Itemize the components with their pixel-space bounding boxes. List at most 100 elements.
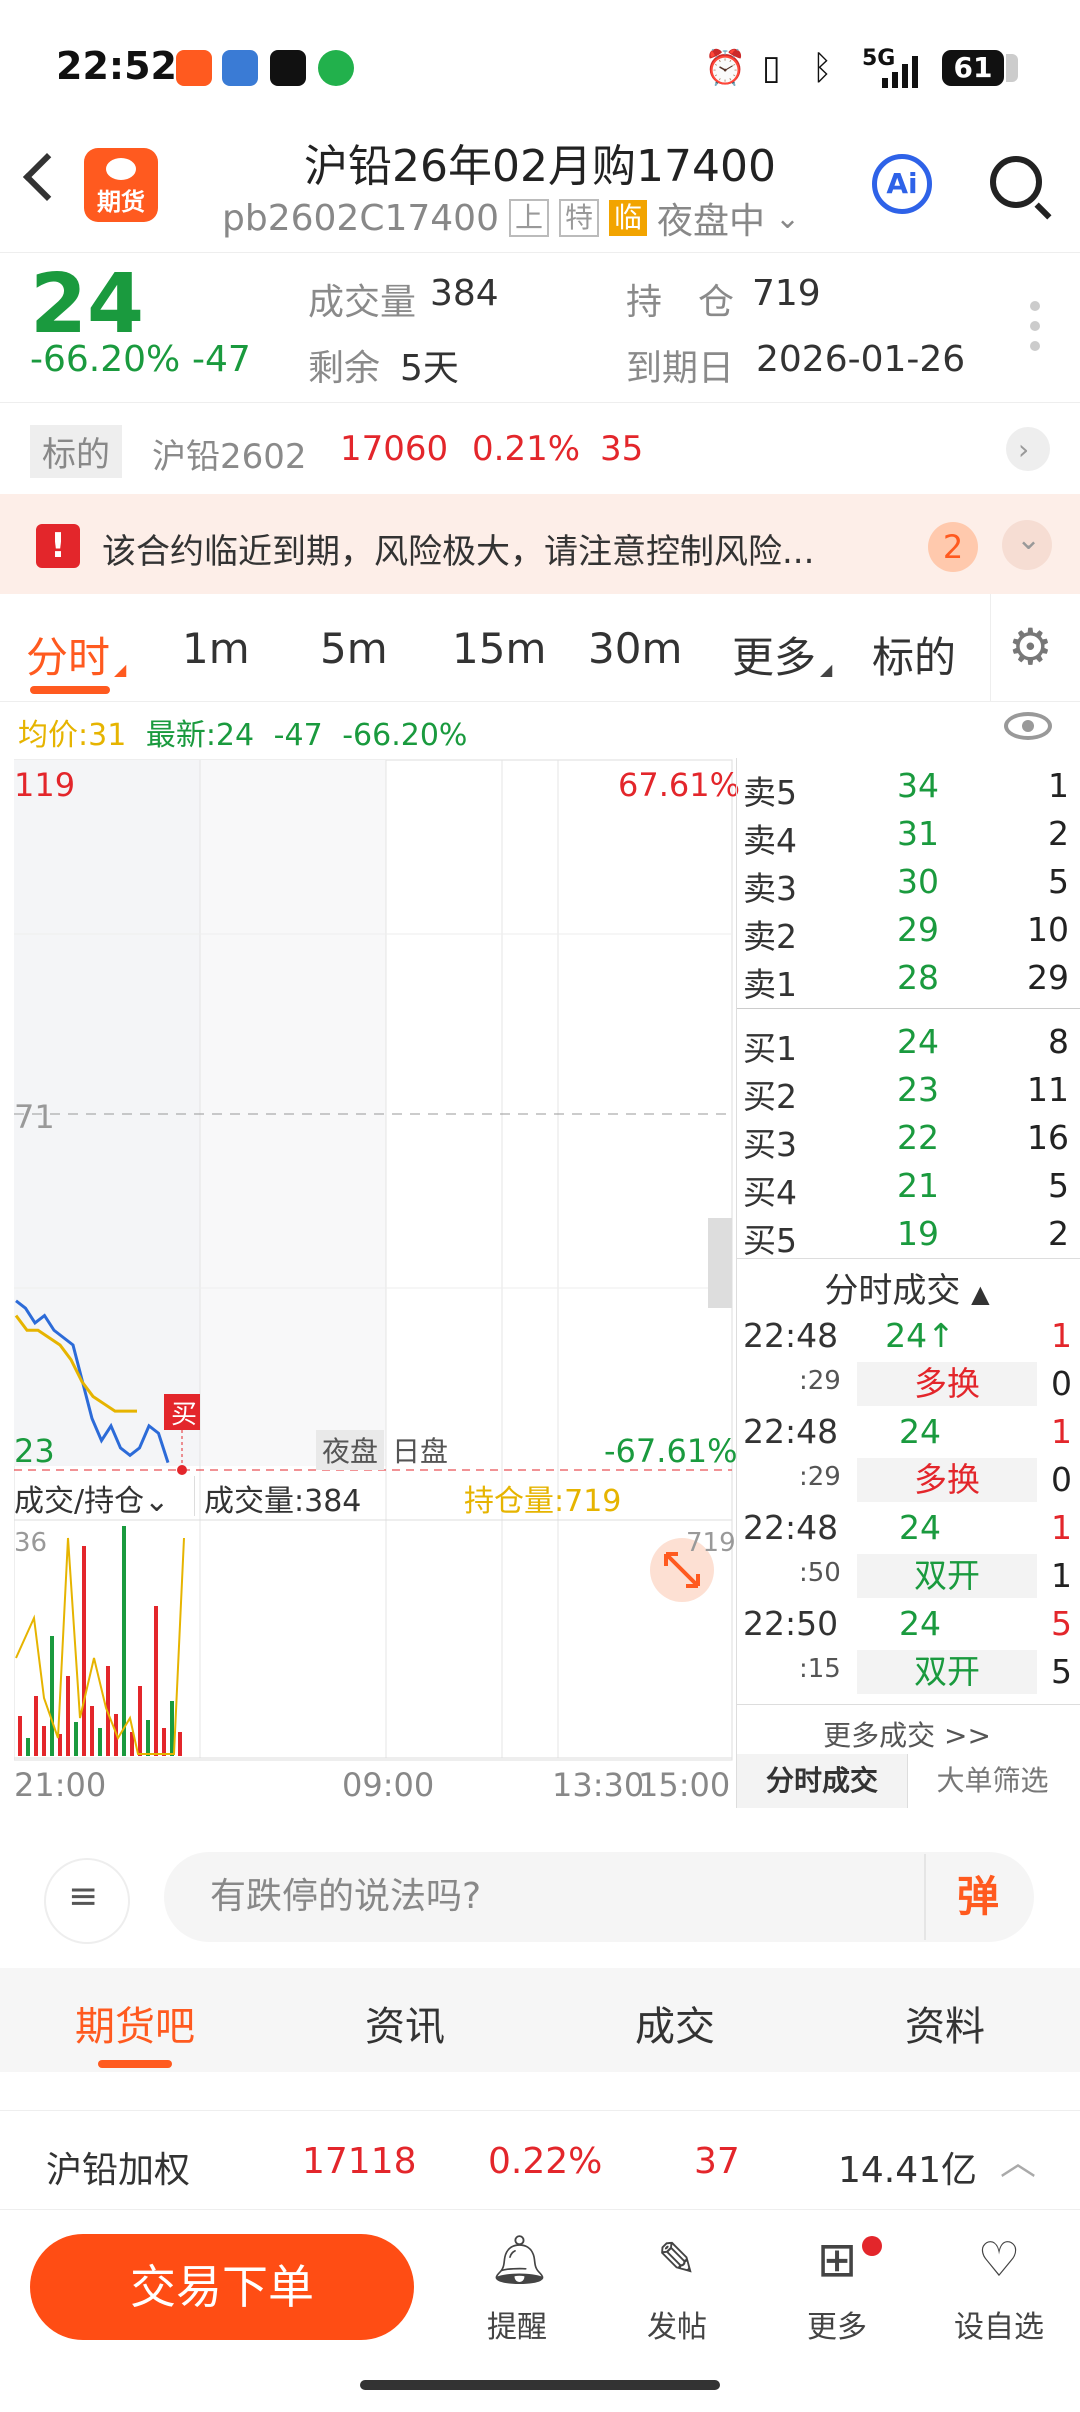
ai-assistant-button[interactable]: Ai [872, 154, 932, 214]
trade-volume: 5 [1051, 1604, 1072, 1643]
ask-volume: 5 [1048, 862, 1069, 901]
time-label-noon: 13:30 [552, 1766, 645, 1804]
nav-post[interactable]: ✎ 发帖 [622, 2232, 732, 2346]
trade-seconds: :15 [799, 1654, 841, 1684]
bid-row[interactable]: 买2 23 11 [737, 1070, 1077, 1118]
heart-icon: ♡ [977, 2232, 1021, 2288]
risk-alert-banner[interactable]: ! 该合约临近到期，风险极大，请注意控制风险... 2 ⌄ [0, 494, 1080, 594]
session-status: 夜盘中 [657, 201, 766, 242]
bid-row[interactable]: 买3 22 16 [737, 1118, 1077, 1166]
underlying-price: 17060 [340, 429, 449, 469]
time-label-start: 21:00 [14, 1766, 107, 1804]
nav-watchlist[interactable]: ♡ 设自选 [944, 2232, 1054, 2346]
sub-y-top: 36 [14, 1528, 48, 1558]
trades-header[interactable]: 分时成交 ▲ [737, 1263, 1077, 1312]
bid-row[interactable]: 买1 24 8 [737, 1022, 1077, 1070]
ask-row[interactable]: 卖5 34 1 [737, 766, 1077, 814]
ask-row[interactable]: 卖4 31 2 [737, 814, 1077, 862]
remaining-label: 剩余 [308, 348, 381, 389]
search-icon[interactable] [990, 156, 1042, 208]
content-tabs: 期货吧 资讯 成交 资料 [0, 1968, 1080, 2072]
alert-count-badge: 2 [928, 522, 978, 572]
trade-seconds: :29 [799, 1462, 841, 1492]
active-tab-underline [98, 2060, 172, 2068]
ask-row[interactable]: 卖3 30 5 [737, 862, 1077, 910]
nav-more-label: 更多 [807, 2310, 867, 2345]
pct-bottom: -67.61% [604, 1432, 738, 1470]
tab-1m[interactable]: 1m [182, 624, 250, 673]
tab-5m[interactable]: 5m [320, 624, 388, 673]
chevron-down-icon[interactable]: ⌄ [1002, 520, 1052, 570]
sub-indicator-selector[interactable]: 成交/持仓⌄ [14, 1476, 169, 1520]
time-label-close: 15:00 [638, 1766, 731, 1804]
tab-more[interactable]: 更多 [732, 624, 816, 685]
tab-timeshare[interactable]: 分时 [26, 624, 110, 685]
trade-time: 22:48 [743, 1412, 839, 1451]
tab-news[interactable]: 资讯 [270, 1994, 540, 2052]
index-summary[interactable]: 沪铅加权 17118 0.22% 37 14.41亿 ︿ [0, 2110, 1080, 2210]
volume-label: 成交量 [308, 282, 417, 323]
bid-price: 22 [897, 1118, 939, 1157]
ask-volume: 10 [1027, 910, 1069, 949]
ask-row[interactable]: 卖1 28 29 [737, 958, 1077, 1006]
spread-divider [737, 1008, 1080, 1009]
bid-label: 买4 [743, 1173, 797, 1212]
volume-bar [154, 1606, 158, 1756]
bid-volume: 5 [1048, 1166, 1069, 1205]
quote-panel: 24 -66.20% -47 成交量 384 持 仓 719 剩余 5天 到期日… [0, 252, 1080, 402]
chart-app-icon [222, 50, 258, 86]
remaining-value: 5天 [400, 348, 459, 389]
trade-time: 22:48 [743, 1316, 839, 1355]
sub-open-interest: 持仓量:719 [464, 1484, 622, 1519]
ask-row[interactable]: 卖2 29 10 [737, 910, 1077, 958]
ask-label: 卖2 [743, 917, 797, 956]
latest-pct: -66.20% [342, 718, 468, 753]
tab-15m[interactable]: 15m [452, 624, 546, 673]
chevron-right-icon[interactable]: › [1006, 427, 1050, 471]
tab-forum[interactable]: 期货吧 [0, 1994, 270, 2052]
more-options-icon[interactable] [1030, 301, 1040, 361]
ask-price: 29 [897, 910, 939, 949]
triangle-up-icon: ▲ [971, 1280, 990, 1308]
header: 期货 沪铅26年02月购17400 pb2602C17400 上 特 临 夜盘中… [0, 120, 1080, 252]
chevron-down-icon: ⌄ [144, 1484, 170, 1519]
bid-label: 买2 [743, 1077, 797, 1116]
tab-underlying[interactable]: 标的 [872, 624, 956, 685]
volume-bars [15, 1526, 185, 1756]
tab-30m[interactable]: 30m [588, 624, 682, 673]
tab-info[interactable]: 资料 [810, 1994, 1080, 2052]
drawer-handle[interactable] [708, 1218, 732, 1308]
gear-icon[interactable]: ⚙ [1008, 618, 1053, 676]
tab-divider [990, 594, 991, 702]
tab-trades[interactable]: 成交 [540, 1994, 810, 2052]
trade-price: 24 [899, 1508, 941, 1547]
tab-large-orders[interactable]: 大单筛选 [907, 1754, 1077, 1808]
ask-price: 31 [897, 814, 939, 853]
comment-filter-icon[interactable]: ≡ [44, 1858, 130, 1944]
ask-price: 28 [897, 958, 939, 997]
bid-row[interactable]: 买5 19 2 [737, 1214, 1077, 1262]
bid-row[interactable]: 买4 21 5 [737, 1166, 1077, 1214]
tab-timeshare-trades[interactable]: 分时成交 [737, 1754, 907, 1808]
exchange-tag: 上 [508, 199, 549, 237]
volume-bar [18, 1716, 22, 1756]
alarm-icon: ⏰ [704, 48, 747, 88]
timeshare-chart[interactable]: 119 67.61% 71 23 -67.61% 夜盘 日盘 买 成交/持仓⌄ … [13, 758, 740, 1808]
night-session-label: 夜盘 [316, 1430, 385, 1470]
contract-subline[interactable]: pb2602C17400 上 特 临 夜盘中 ⌄ [222, 192, 800, 244]
nav-remind[interactable]: 🔔︎ 提醒 [462, 2232, 572, 2346]
change-value: -47 [192, 339, 251, 380]
eye-icon[interactable] [1004, 712, 1052, 740]
trade-order-button[interactable]: 交易下单 [30, 2234, 414, 2340]
expiry-label: 到期日 [626, 348, 735, 389]
comment-input[interactable]: 有跌停的说法吗? [164, 1852, 1034, 1942]
more-trades-link[interactable]: 更多成交 >> [737, 1714, 1077, 1754]
open-interest-label: 持 仓 [626, 282, 735, 323]
volume-bar [138, 1686, 142, 1756]
underlying-label: 标的 [30, 425, 122, 478]
volume-bar [50, 1636, 54, 1756]
danmaku-button[interactable]: 弹 [924, 1854, 1030, 1940]
underlying-row[interactable]: 标的 沪铅2602 17060 0.21% 35 › [0, 402, 1080, 494]
dropdown-triangle-icon: ◢ [820, 660, 833, 679]
chevron-up-icon[interactable]: ︿ [1000, 2133, 1036, 2185]
